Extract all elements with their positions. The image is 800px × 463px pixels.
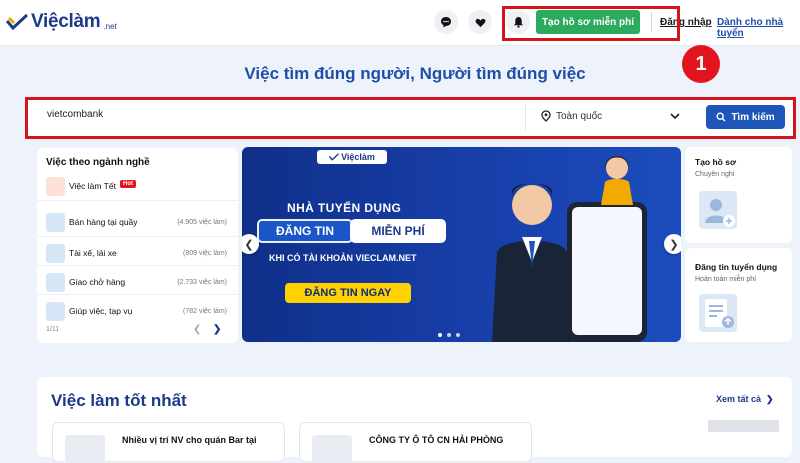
divider	[37, 236, 238, 237]
site-logo[interactable]: Việclàm .net	[6, 11, 117, 33]
banner-pill-post: ĐĂNG TIN	[257, 219, 353, 243]
post-job-card-subtitle: Hoàn toàn miễn phí	[695, 276, 757, 283]
profile-card-icon	[699, 191, 737, 229]
category-label: Bán hàng tại quầy	[69, 217, 138, 227]
category-panel-title: Việc theo ngành nghề	[46, 157, 150, 168]
category-avatar	[46, 176, 65, 196]
category-label: Việc làm Tết	[69, 181, 116, 191]
category-avatar	[46, 243, 65, 263]
post-job-card-title: Đăng tin tuyển dụng	[695, 262, 778, 272]
banner-dot[interactable]	[447, 333, 451, 337]
category-label: Giao chở hàng	[69, 277, 126, 287]
create-cv-card-subtitle: Chuyên nghi	[695, 171, 735, 178]
see-all-label: Xem tất cả	[716, 394, 762, 404]
create-cv-card-title: Tạo hồ sơ	[695, 157, 736, 167]
chat-icon[interactable]	[434, 10, 458, 34]
category-avatar	[46, 212, 65, 232]
best-jobs-title: Việc làm tốt nhất	[51, 391, 187, 410]
logo-check-icon	[6, 14, 28, 30]
search-button[interactable]: Tìm kiếm	[706, 105, 785, 129]
hero-title: Việc tìm đúng người, Người tìm đúng việc	[244, 64, 586, 83]
divider	[37, 294, 238, 295]
divider	[37, 265, 238, 266]
category-item[interactable]: Việc làm Tết Hot	[37, 174, 238, 198]
category-item[interactable]: Giúp việc, tạp vụ (782 việc làm)	[37, 299, 238, 323]
category-label: Giúp việc, tạp vụ	[69, 306, 133, 316]
job-card[interactable]: Nhiều vị trí NV cho quán Bar tại	[52, 422, 285, 463]
category-item[interactable]: Giao chở hàng (2.733 việc làm)	[37, 270, 238, 294]
create-cv-card[interactable]: Tạo hồ sơ Chuyên nghi	[685, 147, 792, 243]
category-panel: Việc theo ngành nghề Việc làm Tết Hot Bá…	[37, 148, 238, 343]
search-divider	[525, 104, 526, 130]
banner-prev-icon[interactable]: ❮	[242, 234, 259, 254]
category-prev-icon[interactable]: ❮	[193, 324, 201, 335]
category-next-icon[interactable]: ❯	[213, 324, 221, 335]
top-header: Việclàm .net Tạo hồ sơ miễn phí Đăng nhậ…	[0, 0, 800, 46]
category-page-indicator: 1/11	[46, 326, 60, 333]
promo-banner[interactable]: Việclàm NHÀ TUYỂN DỤNG ĐĂNG TIN MIỄN PHÍ…	[242, 147, 681, 342]
banner-cta-button[interactable]: ĐĂNG TIN NGAY	[285, 283, 411, 303]
banner-dot[interactable]	[438, 333, 442, 337]
job-title: CÔNG TY Ô TÔ CN HẢI PHÒNG	[369, 435, 504, 445]
banner-woman-illustration	[601, 156, 633, 205]
hot-badge: Hot	[120, 180, 136, 188]
placeholder-bar	[708, 420, 779, 432]
category-count: (4.905 việc làm)	[177, 218, 227, 226]
category-label: Tài xế, lái xe	[69, 248, 117, 258]
banner-logo: Việclàm	[317, 150, 387, 164]
job-card[interactable]: CÔNG TY Ô TÔ CN HẢI PHÒNG	[299, 422, 532, 463]
banner-logo-text: Việclàm	[341, 152, 375, 162]
document-upload-icon	[699, 294, 737, 332]
logo-check-icon	[329, 153, 340, 161]
heart-icon[interactable]	[468, 10, 492, 34]
best-jobs-section: Việc làm tốt nhất Xem tất cả ❯ Nhiều vị …	[37, 377, 792, 463]
banner-pill-free: MIỄN PHÍ	[350, 219, 446, 243]
job-title: Nhiều vị trí NV cho quán Bar tại	[122, 435, 257, 445]
company-logo	[65, 435, 105, 463]
location-value: Toàn quốc	[556, 110, 603, 122]
banner-heading: NHÀ TUYỂN DỤNG	[287, 201, 402, 215]
chevron-right-icon: ❯	[763, 394, 774, 404]
divider	[37, 200, 238, 201]
category-count: (809 việc làm)	[183, 249, 227, 257]
highlight-box-header	[502, 6, 680, 41]
post-job-card[interactable]: Đăng tin tuyển dụng Hoàn toàn miễn phí	[685, 248, 792, 342]
banner-phone-screen	[572, 207, 642, 335]
category-item[interactable]: Tài xế, lái xe (809 việc làm)	[37, 241, 238, 265]
category-avatar	[46, 272, 65, 292]
banner-pagination	[438, 333, 460, 337]
company-logo	[312, 435, 352, 463]
employer-link[interactable]: Dành cho nhà tuyển	[717, 17, 800, 39]
location-pin-icon	[541, 110, 551, 122]
chevron-down-icon[interactable]	[669, 110, 681, 122]
logo-text: Việclàm	[31, 11, 101, 32]
category-count: (782 việc làm)	[183, 307, 227, 315]
search-button-label: Tìm kiếm	[731, 111, 775, 123]
banner-subline: KHI CÓ TÀI KHOẢN VIECLAM.NET	[269, 253, 417, 263]
search-icon	[716, 112, 726, 122]
search-input[interactable]	[47, 109, 507, 120]
logo-suffix: .net	[103, 22, 117, 31]
category-count: (2.733 việc làm)	[177, 278, 227, 286]
banner-person-illustration	[492, 183, 572, 342]
banner-dot[interactable]	[456, 333, 460, 337]
category-item[interactable]: Bán hàng tại quầy (4.905 việc làm)	[37, 210, 238, 234]
banner-next-icon[interactable]: ❯	[664, 234, 681, 254]
see-all-link[interactable]: Xem tất cả ❯	[716, 394, 774, 405]
category-avatar	[46, 301, 65, 321]
location-select[interactable]: Toàn quốc	[541, 110, 602, 122]
